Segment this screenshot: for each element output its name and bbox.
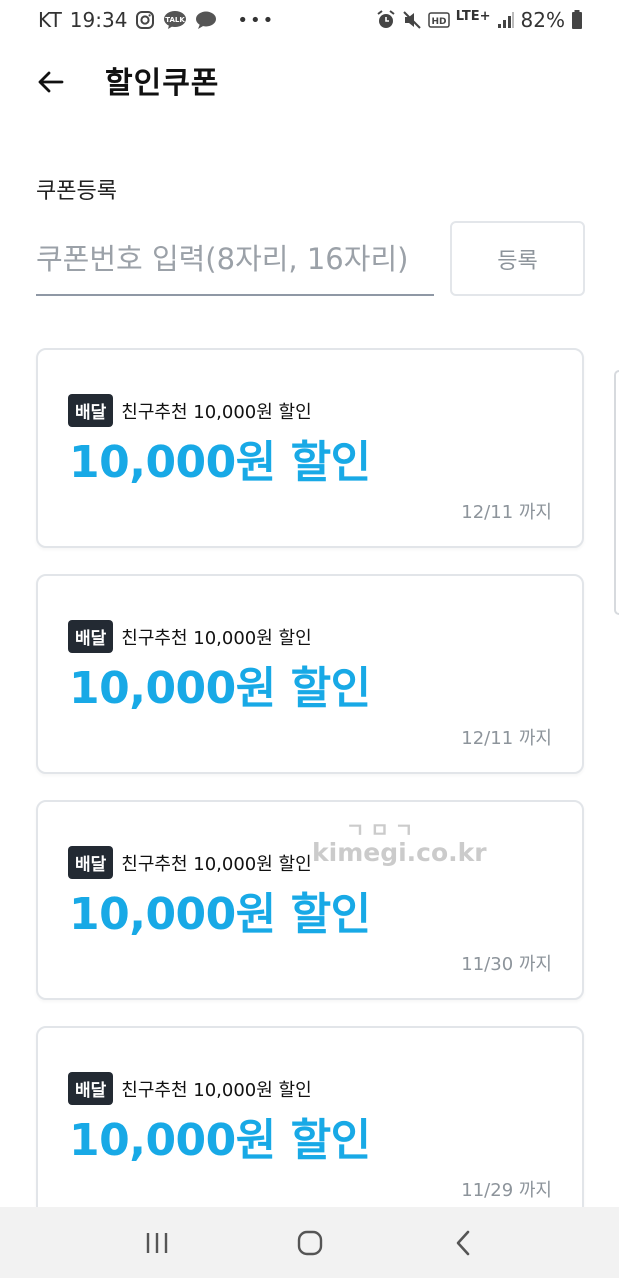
coupon-tag-row: 배달 친구추천 10,000원 할인: [68, 1072, 312, 1105]
coupon-card[interactable]: 배달 친구추천 10,000원 할인 10,000원 할인 12/11 까지: [36, 574, 584, 774]
coupon-tag-row: 배달 친구추천 10,000원 할인: [68, 620, 312, 653]
coupon-register-label: 쿠폰등록: [36, 179, 117, 204]
coupon-tag-row: 배달 친구추천 10,000원 할인: [68, 394, 312, 427]
status-left: KT 19:34 TALK •••: [38, 8, 275, 32]
category-badge: 배달: [68, 846, 114, 879]
kakaotalk-icon: TALK: [163, 10, 187, 30]
coupon-expiry: 11/29 까지: [461, 1180, 552, 1201]
navigation-bar: [0, 1207, 619, 1278]
coupon-description: 친구추천 10,000원 할인: [121, 627, 312, 649]
back-arrow-icon: [38, 71, 64, 93]
network-type: LTE+: [455, 8, 491, 24]
clock: 19:34: [69, 8, 128, 32]
watermark: ㄱㅁㄱ kimegi.co.kr: [312, 820, 487, 865]
back-button[interactable]: [30, 62, 70, 102]
register-button[interactable]: 등록: [450, 221, 585, 296]
signal-icon: [497, 11, 515, 29]
coupon-card[interactable]: 배달 친구추천 10,000원 할인 10,000원 할인 11/29 까지: [36, 1026, 584, 1226]
coupon-code-input[interactable]: [36, 224, 434, 296]
status-bar: KT 19:34 TALK ••• HD LTE+ 82%: [0, 0, 619, 40]
home-button[interactable]: [280, 1213, 340, 1273]
coupon-amount: 10,000원 할인: [69, 1115, 371, 1166]
category-badge: 배달: [68, 1072, 114, 1105]
coupon-description: 친구추천 10,000원 할인: [121, 1079, 312, 1101]
category-badge: 배달: [68, 620, 114, 653]
coupon-amount: 10,000원 할인: [69, 663, 371, 714]
message-bubble-icon: [195, 10, 217, 30]
more-notifications-icon: •••: [237, 9, 276, 31]
recent-apps-button[interactable]: [127, 1213, 187, 1273]
mute-icon: [402, 10, 422, 30]
coupon-expiry: 12/11 까지: [461, 502, 552, 523]
coupon-tag-row: 배달 친구추천 10,000원 할인: [68, 846, 312, 879]
status-right: HD LTE+ 82%: [376, 8, 583, 32]
watermark-logo: ㄱㅁㄱ: [346, 818, 420, 842]
coupon-amount: 10,000원 할인: [69, 889, 371, 940]
coupon-expiry: 11/30 까지: [461, 954, 552, 975]
battery-percent: 82%: [520, 8, 565, 32]
carrier-label: KT: [38, 8, 62, 32]
category-badge: 배달: [68, 394, 114, 427]
instagram-icon: [135, 10, 155, 30]
nav-back-button[interactable]: [433, 1213, 493, 1273]
app-header: 할인쿠폰: [0, 44, 619, 120]
coupon-description: 친구추천 10,000원 할인: [121, 853, 312, 875]
coupon-card[interactable]: 배달 친구추천 10,000원 할인 10,000원 할인 11/30 까지: [36, 800, 584, 1000]
edge-panel-handle[interactable]: [614, 370, 619, 615]
hd-icon: HD: [428, 12, 450, 28]
coupon-description: 친구추천 10,000원 할인: [121, 401, 312, 423]
battery-icon: [571, 10, 583, 30]
alarm-icon: [376, 10, 396, 30]
recent-apps-icon: [146, 1232, 167, 1253]
watermark-site: kimegi.co.kr: [312, 838, 487, 867]
coupon-expiry: 12/11 까지: [461, 728, 552, 749]
svg-text:HD: HD: [431, 17, 446, 27]
home-icon: [297, 1230, 322, 1255]
nav-back-icon: [456, 1230, 469, 1255]
page-title: 할인쿠폰: [105, 66, 220, 101]
coupon-card[interactable]: 배달 친구추천 10,000원 할인 10,000원 할인 12/11 까지: [36, 348, 584, 548]
coupon-amount: 10,000원 할인: [69, 437, 371, 488]
svg-text:TALK: TALK: [166, 16, 186, 24]
